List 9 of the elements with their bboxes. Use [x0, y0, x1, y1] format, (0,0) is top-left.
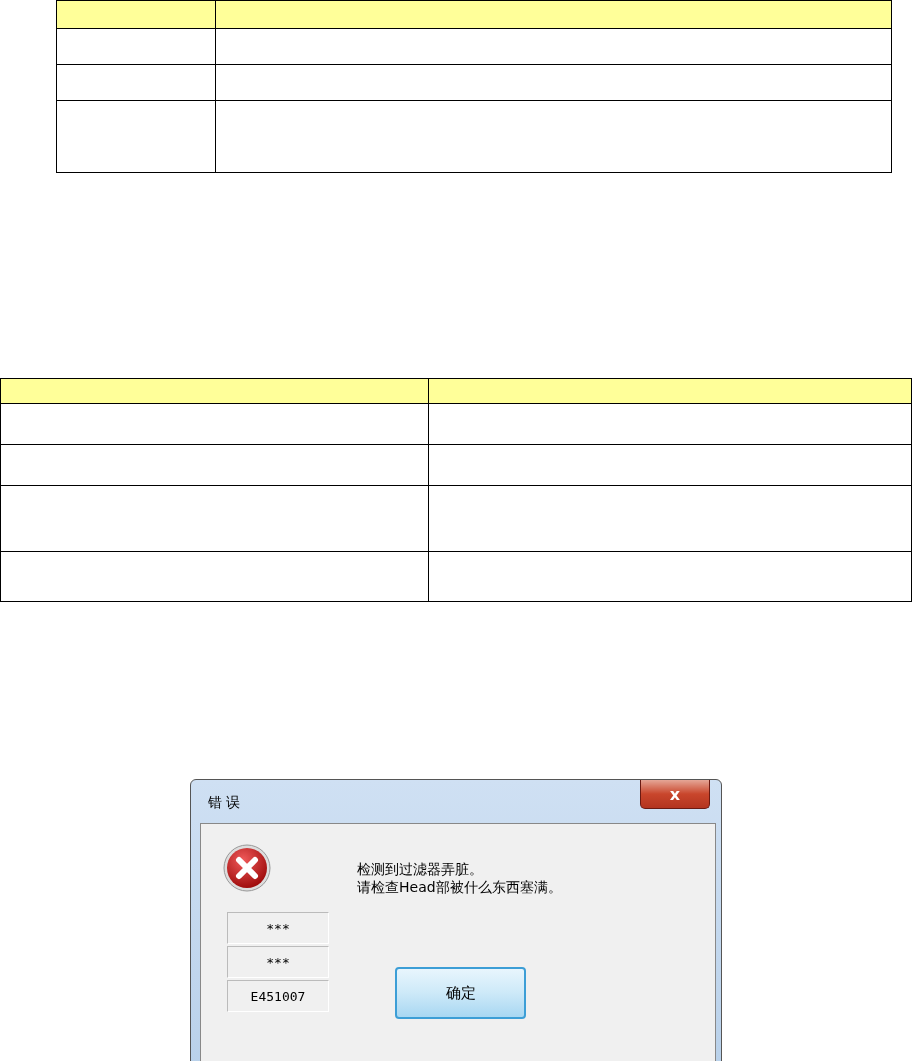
code-field: E451007: [227, 980, 329, 1012]
close-button[interactable]: x: [640, 780, 710, 809]
code-field: ***: [227, 912, 329, 944]
ok-button[interactable]: 确定: [395, 967, 526, 1019]
error-icon: [223, 844, 271, 892]
window-title: 错 误: [208, 794, 241, 812]
message-text: 检测到过滤器弄脏。: [357, 860, 484, 878]
code-field: ***: [227, 946, 329, 978]
message-text: 请检查Head部被什么东西塞满。: [357, 878, 562, 896]
